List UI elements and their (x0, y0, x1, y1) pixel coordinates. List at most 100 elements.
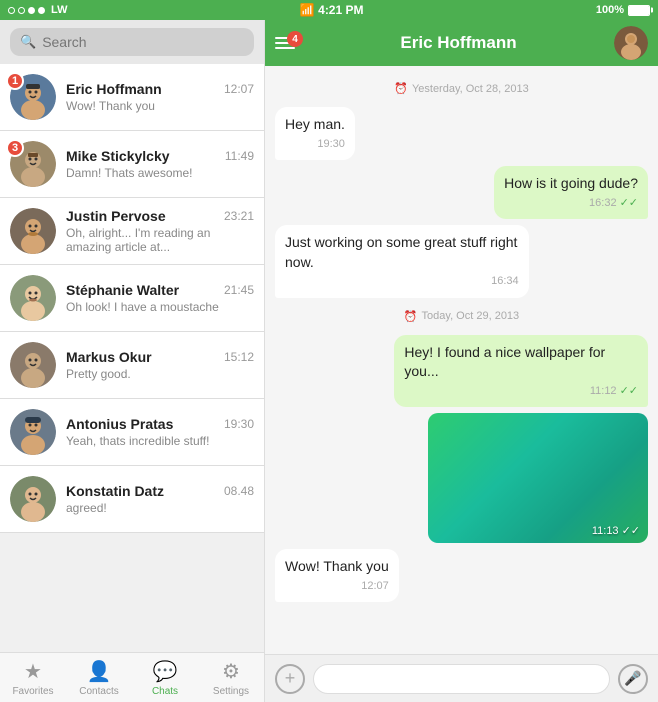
message-text: Hey man. (285, 116, 345, 132)
search-icon: 🔍 (20, 34, 36, 50)
chats-icon: 💬 (153, 659, 178, 684)
message-row: Hey man. 19:30 (275, 107, 648, 160)
chat-list-item[interactable]: 3 Mike Stickylcky 11:49 Damn! Thats awes… (0, 131, 264, 198)
avatar-image (10, 342, 56, 388)
nav-item-favorites[interactable]: ★ Favorites (0, 653, 66, 702)
chat-list-item[interactable]: Justin Pervose 23:21 Oh, alright... I'm … (0, 198, 264, 265)
chat-preview: agreed! (66, 501, 254, 515)
add-button[interactable]: + (275, 664, 305, 694)
avatar-image (10, 476, 56, 522)
chat-name: Stéphanie Walter (66, 282, 179, 298)
date-divider: ⏰ Today, Oct 29, 2013 (275, 310, 648, 323)
chat-preview: Pretty good. (66, 367, 254, 381)
chat-name-row: Konstatin Datz 08.48 (66, 483, 254, 499)
avatar (10, 275, 56, 321)
message-row: Wow! Thank you 12:07 (275, 549, 648, 602)
chat-contact-name: Eric Hoffmann (303, 33, 614, 53)
message-time: 19:30 (317, 137, 345, 152)
clock-icon: ⏰ (404, 310, 418, 323)
image-bubble[interactable]: 11:13 ✓✓ (428, 413, 648, 543)
message-text: Wow! Thank you (285, 558, 389, 574)
chat-info: Eric Hoffmann 12:07 Wow! Thank you (66, 81, 254, 113)
date-divider: ⏰Yesterday, Oct 28, 2013 (275, 82, 648, 95)
chat-time: 21:45 (224, 283, 254, 297)
chat-preview: Wow! Thank you (66, 99, 254, 113)
date-text: Today, Oct 29, 2013 (422, 310, 520, 322)
message-bubble: Wow! Thank you 12:07 (275, 549, 399, 602)
message-text: How is it going dude? (504, 175, 638, 191)
message-time: 11:12 (590, 384, 617, 399)
battery-icon (628, 5, 650, 16)
message-input[interactable] (313, 664, 610, 694)
chat-list-item[interactable]: Markus Okur 15:12 Pretty good. (0, 332, 264, 399)
chat-info: Mike Stickylcky 11:49 Damn! Thats awesom… (66, 148, 254, 180)
chat-list-item[interactable]: 1 Eric Hoffmann 12:07 Wow! Thank you (0, 64, 264, 131)
message-bubble: Hey! I found a nice wallpaper for you...… (394, 335, 648, 408)
contact-avatar[interactable] (614, 26, 648, 60)
chats-label: Chats (152, 686, 178, 697)
message-row: Hey! I found a nice wallpaper for you...… (275, 335, 648, 408)
chat-time: 23:21 (224, 209, 254, 223)
chat-header: 4 Eric Hoffmann (265, 20, 658, 66)
signal-dot-3 (28, 7, 35, 14)
chat-name: Mike Stickylcky (66, 148, 170, 164)
menu-line-3 (275, 47, 295, 49)
contacts-icon: 👤 (87, 659, 112, 684)
nav-item-settings[interactable]: ⚙ Settings (198, 653, 264, 702)
chat-info: Justin Pervose 23:21 Oh, alright... I'm … (66, 208, 254, 254)
chat-name: Antonius Pratas (66, 416, 173, 432)
image-time: 11:13 (592, 525, 619, 537)
battery-area: 100% (596, 4, 650, 16)
message-bubble: Hey man. 19:30 (275, 107, 355, 160)
menu-button[interactable]: 4 (275, 37, 295, 49)
message-text: Hey! I found a nice wallpaper for you... (404, 344, 605, 380)
carrier-label: LW (51, 4, 68, 16)
chat-time: 12:07 (224, 82, 254, 96)
bubble-footer: 11:12 ✓✓ (404, 384, 638, 399)
chat-name: Justin Pervose (66, 208, 166, 224)
chat-time: 15:12 (224, 350, 254, 364)
clock-icon: ⏰ (394, 82, 408, 95)
chat-name-row: Markus Okur 15:12 (66, 349, 254, 365)
chat-name-row: Eric Hoffmann 12:07 (66, 81, 254, 97)
chat-list-item[interactable]: Antonius Pratas 19:30 Yeah, thats incred… (0, 399, 264, 466)
message-text: Just working on some great stuff right n… (285, 234, 517, 270)
message-row: 11:13 ✓✓ (275, 413, 648, 543)
chat-list: 1 Eric Hoffmann 12:07 Wow! Thank you 3 M… (0, 64, 264, 652)
settings-label: Settings (213, 686, 249, 697)
chat-preview: Damn! Thats awesome! (66, 166, 254, 180)
avatar (10, 342, 56, 388)
search-input-wrap[interactable]: 🔍 (10, 28, 254, 56)
chat-input-bar: + 🎤 (265, 654, 658, 702)
mic-button[interactable]: 🎤 (618, 664, 648, 694)
favorites-icon: ★ (24, 659, 42, 684)
bubble-footer: 16:32 ✓✓ (504, 196, 638, 211)
image-ticks: ✓✓ (622, 524, 640, 537)
chat-time: 11:49 (225, 149, 254, 163)
chat-list-item[interactable]: Stéphanie Walter 21:45 Oh look! I have a… (0, 265, 264, 332)
wifi-icon: 📶 4:21 PM (300, 3, 364, 17)
unread-badge: 3 (6, 139, 24, 157)
status-bar: LW 📶 4:21 PM 100% (0, 0, 658, 20)
chat-info: Stéphanie Walter 21:45 Oh look! I have a… (66, 282, 254, 314)
chat-preview: Oh look! I have a moustache (66, 300, 254, 314)
nav-item-contacts[interactable]: 👤 Contacts (66, 653, 132, 702)
chat-preview: Oh, alright... I'm reading an amazing ar… (66, 226, 254, 254)
message-bubble: Just working on some great stuff right n… (275, 225, 529, 298)
message-bubble: How is it going dude? 16:32 ✓✓ (494, 166, 648, 219)
chat-name: Markus Okur (66, 349, 152, 365)
bottom-nav: ★ Favorites 👤 Contacts 💬 Chats ⚙ Setting… (0, 652, 264, 702)
chat-list-item[interactable]: Konstatin Datz 08.48 agreed! (0, 466, 264, 533)
image-time-overlay: 11:13 ✓✓ (592, 524, 640, 537)
nav-item-chats[interactable]: 💬 Chats (132, 653, 198, 702)
search-bar: 🔍 (0, 20, 264, 64)
message-ticks: ✓✓ (620, 196, 638, 211)
message-row: Just working on some great stuff right n… (275, 225, 648, 298)
signal-dot-4 (38, 7, 45, 14)
chat-time: 08.48 (224, 484, 254, 498)
settings-icon: ⚙ (222, 659, 240, 684)
chat-name-row: Stéphanie Walter 21:45 (66, 282, 254, 298)
chat-name: Konstatin Datz (66, 483, 164, 499)
avatar-image (10, 208, 56, 254)
search-input[interactable] (42, 34, 244, 50)
